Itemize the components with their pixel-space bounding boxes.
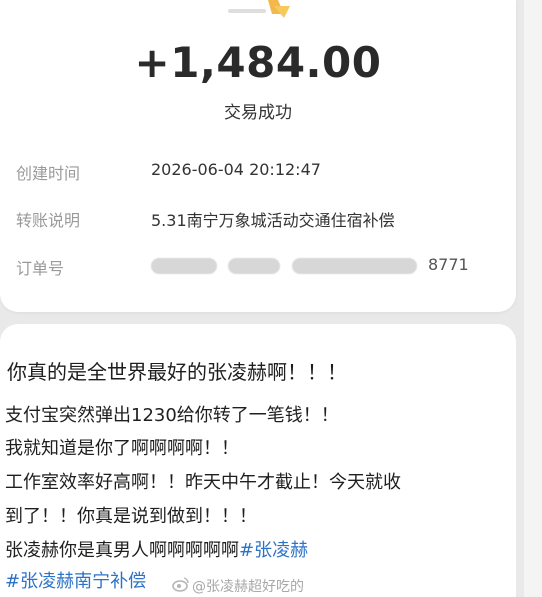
- order-number-mask: [151, 258, 217, 274]
- post-title: 你真的是全世界最好的张凌赫啊！！！: [7, 360, 347, 384]
- hashtag-link[interactable]: #张凌赫: [239, 540, 308, 561]
- weibo-icon: [172, 577, 189, 592]
- hashtag-link[interactable]: #张凌赫南宁补偿: [5, 571, 146, 592]
- order-number-mask: [228, 258, 280, 274]
- post-line: 到了！！你真是说到做到！！！: [5, 506, 257, 527]
- transfer-note-value: 5.31南宁万象城活动交通住宿补偿: [151, 211, 395, 230]
- created-time-label: 创建时间: [16, 164, 81, 183]
- amount-value: +1,484.00: [134, 38, 382, 87]
- order-number-mask: [292, 258, 417, 274]
- transfer-note-label: 转账说明: [16, 211, 81, 230]
- transaction-status: 交易成功: [224, 103, 292, 123]
- post-line: 张凌赫你是真男人啊啊啊啊啊#张凌赫: [5, 536, 308, 562]
- created-time-value: 2026-06-04 20:12:47: [151, 160, 321, 179]
- order-number-label: 订单号: [16, 259, 65, 278]
- watermark-text: @张凌赫超好吃的: [192, 579, 304, 595]
- post-line: 我就知道是你了啊啊啊啊！！: [5, 438, 239, 459]
- order-number-suffix: 8771: [428, 255, 469, 274]
- post-line: #张凌赫南宁补偿: [5, 567, 146, 593]
- post-line-text: 张凌赫你是真男人啊啊啊啊啊: [5, 540, 239, 561]
- scrollbar-track[interactable]: [524, 0, 542, 597]
- alipay-logo-icon: [228, 0, 290, 18]
- post-line: 工作室效率好高啊！！昨天中午才截止！今天就收: [5, 472, 401, 493]
- post-line: 支付宝突然弹出1230给你转了一笔钱！！: [5, 405, 339, 426]
